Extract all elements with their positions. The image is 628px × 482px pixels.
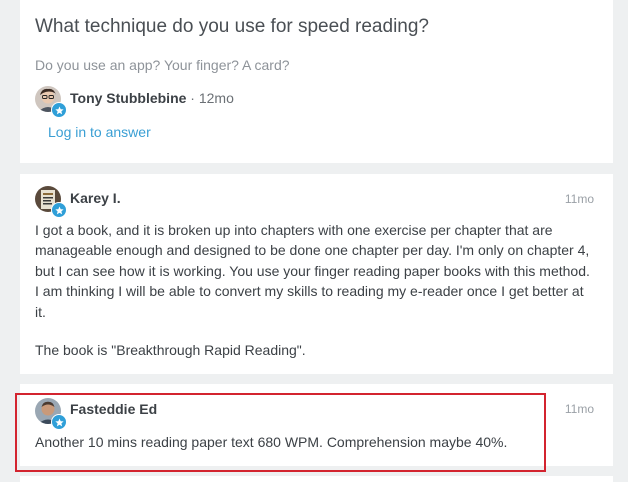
avatar[interactable] [35, 186, 67, 218]
star-badge-icon [51, 202, 67, 218]
question-subtitle: Do you use an app? Your finger? A card? [35, 57, 290, 73]
answer-body-paragraph: The book is "Breakthrough Rapid Reading"… [35, 342, 306, 358]
question-card: What technique do you use for speed read… [20, 0, 613, 163]
author-name[interactable]: Tony Stubblebine [70, 90, 186, 106]
question-title[interactable]: What technique do you use for speed read… [35, 16, 429, 38]
answer-timestamp: 11mo [564, 402, 594, 416]
post-age: 12mo [198, 90, 234, 106]
avatar[interactable] [35, 398, 67, 430]
star-badge-icon [51, 102, 67, 118]
answer-card-partial [20, 476, 613, 482]
answer-body-paragraph: Another 10 mins reading paper text 680 W… [35, 434, 508, 450]
answer-card: Fasteddie Ed 11mo Another 10 mins readin… [20, 384, 613, 466]
question-author-row: Tony Stubblebine · 12mo [70, 90, 234, 106]
avatar[interactable] [35, 86, 67, 118]
author-name[interactable]: Fasteddie Ed [70, 401, 157, 417]
star-badge-icon [51, 414, 67, 430]
author-name[interactable]: Karey I. [70, 190, 121, 206]
answer-author-row: Fasteddie Ed [70, 401, 157, 417]
login-to-answer-link[interactable]: Log in to answer [48, 124, 151, 140]
meta-separator: · [186, 90, 199, 106]
answer-card: Karey I. 11mo I got a book, and it is br… [20, 174, 613, 374]
answer-timestamp: 11mo [564, 192, 594, 206]
answer-author-row: Karey I. [70, 190, 121, 206]
answer-body-paragraph: I got a book, and it is broken up into c… [35, 222, 590, 320]
